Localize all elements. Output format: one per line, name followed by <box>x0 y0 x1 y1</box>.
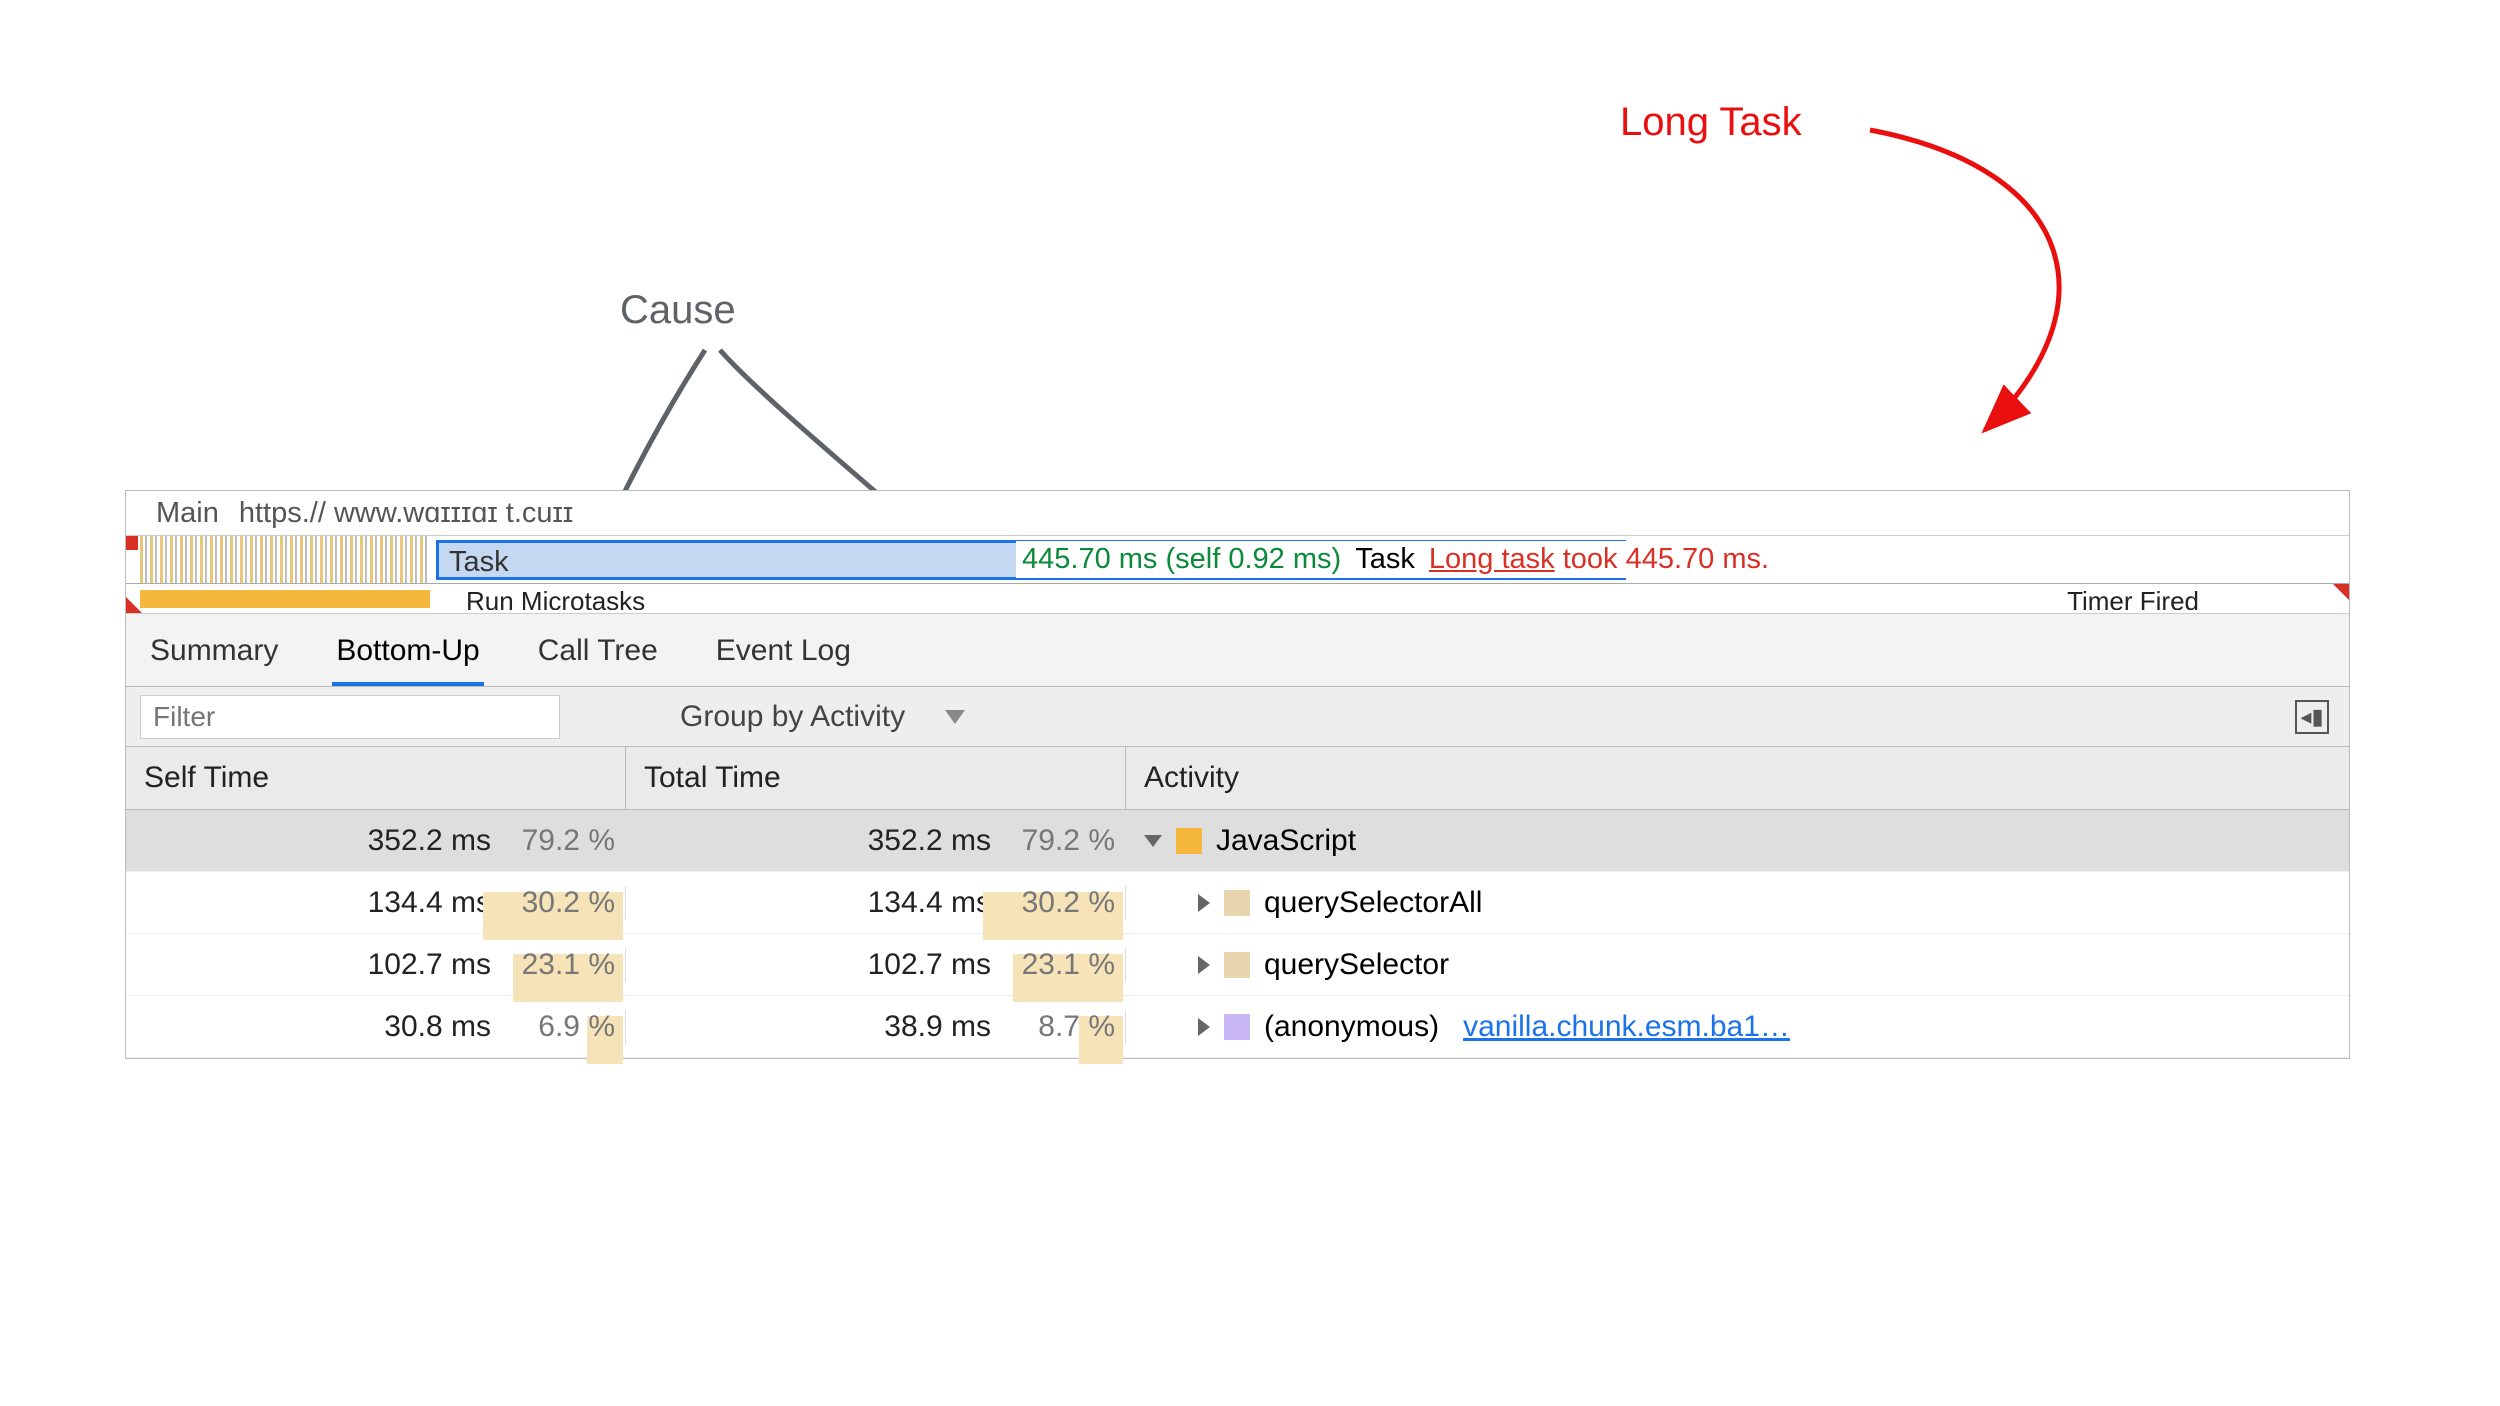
category-swatch <box>1224 952 1250 978</box>
overflow-right-icon <box>2333 584 2349 600</box>
chevron-down-icon <box>945 710 965 724</box>
tooltip-long-task-link[interactable]: Long task <box>1429 543 1555 575</box>
table-row[interactable]: 30.8 ms 6.9 % 38.9 ms 8.7 % (anonymous) vanil… <box>126 996 2349 1058</box>
main-thread-label: Main <box>156 497 219 530</box>
self-ms: 352.2 ms <box>368 824 491 858</box>
chevron-right-icon[interactable] <box>1198 1018 1210 1036</box>
table-header: Self Time Total Time Activity <box>126 747 2349 810</box>
table-row[interactable]: 102.7 ms 23.1 % 102.7 ms 23.1 % querySelecto… <box>126 934 2349 996</box>
activity-name: querySelector <box>1264 948 1449 982</box>
tooltip-long-suffix: took 445.70 ms. <box>1555 543 1769 575</box>
run-microtasks-label: Run Microtasks <box>466 586 645 610</box>
timer-fired-label: Timer Fired <box>2067 586 2199 610</box>
tooltip-task-label: Task <box>1355 543 1415 575</box>
total-ms: 38.9 ms <box>884 1010 991 1044</box>
flame-header: Main https.// www.wɑɪɪɪɑɪ t.cuɪɪ <box>126 491 2349 536</box>
self-ms: 134.4 ms <box>368 886 491 920</box>
total-pct: 30.2 % <box>1005 886 1115 920</box>
cell-self: 102.7 ms 23.1 % <box>126 948 626 982</box>
filter-row: Group by Activity ◂▮ <box>126 687 2349 747</box>
table-row[interactable]: 134.4 ms 30.2 % 134.4 ms 30.2 % querySelecto… <box>126 872 2349 934</box>
category-swatch <box>1176 828 1202 854</box>
total-pct: 23.1 % <box>1005 948 1115 982</box>
col-activity[interactable]: Activity <box>1126 747 2349 809</box>
filter-input[interactable] <box>140 695 560 739</box>
cell-total: 352.2 ms 79.2 % <box>626 824 1126 858</box>
activity-name: querySelectorAll <box>1264 886 1482 920</box>
orange-strip <box>140 590 430 608</box>
cell-self: 30.8 ms 6.9 % <box>126 1010 626 1044</box>
self-pct: 6.9 % <box>505 1010 615 1044</box>
collapse-panel-icon[interactable]: ◂▮ <box>2295 700 2329 734</box>
self-ms: 30.8 ms <box>384 1010 491 1044</box>
cell-self: 134.4 ms 30.2 % <box>126 886 626 920</box>
chevron-down-icon[interactable] <box>1144 835 1162 847</box>
task-tooltip: 445.70 ms (self 0.92 ms) Task Long task … <box>1016 541 1775 578</box>
cell-total: 102.7 ms 23.1 % <box>626 948 1126 982</box>
annotation-cause: Cause <box>620 288 736 333</box>
tab-event-log[interactable]: Event Log <box>712 628 855 686</box>
group-by-dropdown[interactable]: Group by Activity <box>680 700 965 734</box>
tab-bottom-up[interactable]: Bottom-Up <box>332 628 483 686</box>
total-ms: 134.4 ms <box>868 886 991 920</box>
total-ms: 102.7 ms <box>868 948 991 982</box>
category-swatch <box>1224 890 1250 916</box>
table-row[interactable]: 352.2 ms 79.2 % 352.2 ms 79.2 % JavaScript <box>126 810 2349 872</box>
col-self-time[interactable]: Self Time <box>126 747 626 809</box>
devtools-panel: Main https.// www.wɑɪɪɪɑɪ t.cuɪɪ Task 44… <box>125 490 2350 1059</box>
self-pct: 30.2 % <box>505 886 615 920</box>
cell-activity: (anonymous) vanilla.chunk.esm.ba1… <box>1126 1010 2349 1044</box>
cell-total: 38.9 ms 8.7 % <box>626 1010 1126 1044</box>
chevron-right-icon[interactable] <box>1198 894 1210 912</box>
tooltip-time: 445.70 ms (self 0.92 ms) <box>1022 543 1341 575</box>
annotation-long-task: Long Task <box>1620 100 1802 145</box>
rows-container: 352.2 ms 79.2 % 352.2 ms 79.2 % JavaScript 13… <box>126 810 2349 1058</box>
self-pct: 79.2 % <box>505 824 615 858</box>
total-pct: 79.2 % <box>1005 824 1115 858</box>
self-pct: 23.1 % <box>505 948 615 982</box>
col-total-time[interactable]: Total Time <box>626 747 1126 809</box>
total-ms: 352.2 ms <box>868 824 991 858</box>
page-url: https.// www.wɑɪɪɪɑɪ t.cuɪɪ <box>239 497 573 530</box>
cell-activity: querySelector <box>1126 948 2349 982</box>
self-ms: 102.7 ms <box>368 948 491 982</box>
tab-call-tree[interactable]: Call Tree <box>534 628 662 686</box>
tabs-bar: Summary Bottom-Up Call Tree Event Log <box>126 614 2349 687</box>
total-pct: 8.7 % <box>1005 1010 1115 1044</box>
group-by-label: Group by Activity <box>680 700 905 734</box>
subtask-row[interactable]: Run Microtasks Timer Fired <box>126 584 2349 614</box>
activity-name: JavaScript <box>1216 824 1356 858</box>
activity-name: (anonymous) <box>1264 1010 1439 1044</box>
chevron-right-icon[interactable] <box>1198 956 1210 974</box>
task-bar-row[interactable]: Task 445.70 ms (self 0.92 ms) Task Long … <box>126 536 2349 584</box>
cell-activity: JavaScript <box>1126 824 2349 858</box>
marker-icon <box>126 536 138 550</box>
category-swatch <box>1224 1014 1250 1040</box>
cell-activity: querySelectorAll <box>1126 886 2349 920</box>
tab-summary[interactable]: Summary <box>146 628 282 686</box>
source-link[interactable]: vanilla.chunk.esm.ba1… <box>1463 1010 1790 1044</box>
cell-self: 352.2 ms 79.2 % <box>126 824 626 858</box>
cell-total: 134.4 ms 30.2 % <box>626 886 1126 920</box>
minimap[interactable] <box>140 536 430 583</box>
